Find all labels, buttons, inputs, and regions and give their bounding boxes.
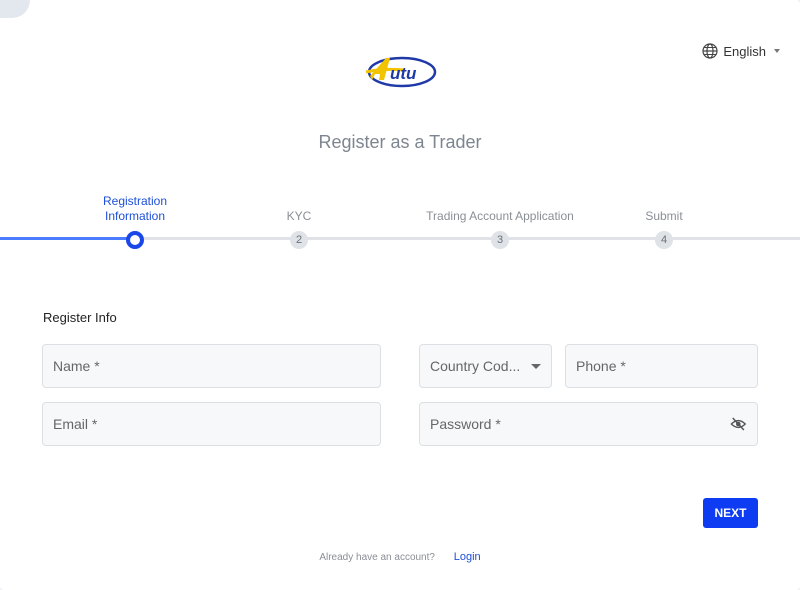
svg-text:utu: utu (390, 64, 417, 83)
phone-field[interactable] (565, 344, 758, 388)
section-title: Register Info (43, 310, 117, 325)
step-submit: Submit 4 (564, 190, 764, 249)
country-code-placeholder: Country Cod... (430, 358, 521, 374)
password-input[interactable] (430, 416, 723, 432)
register-card: utu English Register as a Trader Registr… (0, 0, 800, 590)
login-prompt: Already have an account? Login (0, 551, 800, 563)
step-number: 3 (491, 231, 509, 249)
step-number: 2 (290, 231, 308, 249)
progress-stepper: Registration Information KYC 2 Trading A… (0, 190, 800, 260)
step-label: KYC (286, 209, 312, 223)
step-label: Submit (645, 209, 683, 223)
email-input[interactable] (53, 416, 370, 432)
country-code-select[interactable]: Country Cod... (419, 344, 552, 388)
step-label: Registration Information (102, 194, 168, 223)
login-link[interactable]: Login (454, 551, 481, 563)
login-prompt-text: Already have an account? (319, 552, 435, 563)
step-active-indicator (126, 231, 144, 249)
eye-off-icon[interactable] (730, 415, 747, 433)
globe-icon (702, 43, 718, 59)
dropdown-arrow-icon (531, 363, 541, 369)
name-field[interactable] (42, 344, 381, 388)
language-label: English (723, 43, 766, 59)
email-field[interactable] (42, 402, 381, 446)
phone-input[interactable] (576, 358, 747, 374)
password-field[interactable] (419, 402, 758, 446)
name-input[interactable] (53, 358, 370, 374)
step-kyc: KYC 2 (199, 190, 399, 249)
autu-logo[interactable]: utu (364, 50, 438, 92)
next-button[interactable]: NEXT (703, 498, 758, 528)
step-number: 4 (655, 231, 673, 249)
language-selector[interactable]: English (702, 43, 780, 59)
caret-down-icon (774, 49, 780, 53)
background-shape (0, 0, 30, 18)
page-title: Register as a Trader (318, 132, 482, 152)
